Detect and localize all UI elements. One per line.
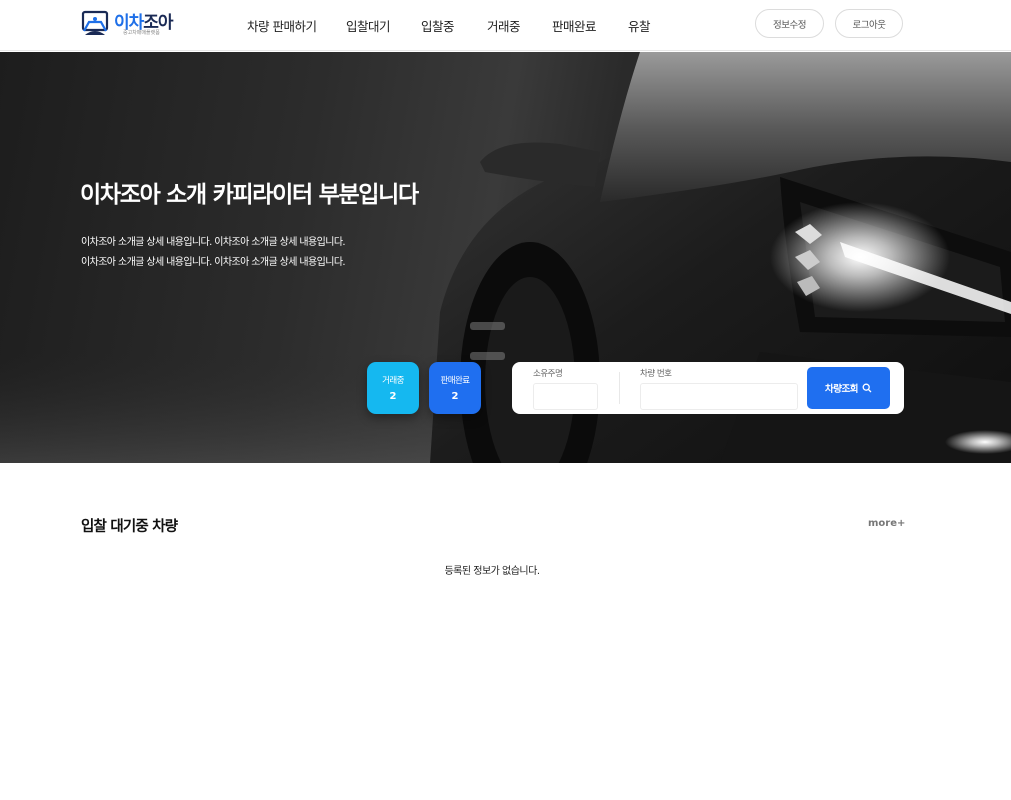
vehicle-search-button[interactable]: 차량조회 bbox=[807, 367, 890, 409]
hero-title: 이차조아 소개 카피라이터 부분입니다 bbox=[80, 182, 419, 208]
stat-trading[interactable]: 거래중 2 bbox=[367, 362, 419, 414]
section-title: 입찰 대기중 차량 bbox=[81, 519, 178, 535]
empty-message: 등록된 정보가 없습니다. bbox=[444, 566, 540, 577]
search-icon bbox=[862, 383, 872, 393]
car-logo-icon bbox=[81, 10, 109, 35]
site-header: 이차조아 중고차매매플랫폼 차량 판매하기 입찰대기 입찰중 거래중 판매완료 … bbox=[0, 0, 1011, 51]
plate-number-input[interactable] bbox=[640, 383, 798, 410]
edit-info-button[interactable]: 정보수정 bbox=[755, 9, 824, 38]
plate-number-label: 차량 번호 bbox=[640, 369, 672, 379]
nav-trading[interactable]: 거래중 bbox=[487, 16, 521, 35]
vehicle-search-button-label: 차량조회 bbox=[825, 384, 858, 395]
nav-bid-waiting[interactable]: 입찰대기 bbox=[346, 16, 391, 35]
stat-sold[interactable]: 판매완료 2 bbox=[429, 362, 481, 414]
stat-trading-label: 거래중 bbox=[382, 376, 404, 386]
stat-sold-label: 판매완료 bbox=[440, 376, 470, 386]
logo-subtitle: 중고차매매플랫폼 bbox=[123, 30, 160, 36]
stat-trading-value: 2 bbox=[389, 391, 397, 402]
vehicle-search-form: 소유주명 차량 번호 차량조회 bbox=[512, 362, 904, 414]
hero-desc-line-2: 이차조아 소개글 상세 내용입니다. 이차조아 소개글 상세 내용입니다. bbox=[81, 257, 346, 268]
more-link[interactable]: more+ bbox=[868, 518, 905, 529]
logout-button[interactable]: 로그아웃 bbox=[835, 9, 903, 38]
hero-desc-line-1: 이차조아 소개글 상세 내용입니다. 이차조아 소개글 상세 내용입니다. bbox=[81, 237, 346, 248]
owner-name-input[interactable] bbox=[533, 383, 598, 410]
owner-name-label: 소유주명 bbox=[533, 369, 563, 379]
hero-banner: 이차조아 소개 카피라이터 부분입니다 이차조아 소개글 상세 내용입니다. 이… bbox=[0, 52, 1011, 463]
field-divider bbox=[619, 372, 620, 404]
nav-failed-bid[interactable]: 유찰 bbox=[628, 16, 651, 35]
nav-sold[interactable]: 판매완료 bbox=[552, 16, 597, 35]
nav-sell-car[interactable]: 차량 판매하기 bbox=[247, 16, 317, 35]
stat-sold-value: 2 bbox=[451, 391, 459, 402]
nav-bidding[interactable]: 입찰중 bbox=[421, 16, 455, 35]
logo[interactable]: 이차조아 중고차매매플랫폼 bbox=[81, 8, 174, 40]
